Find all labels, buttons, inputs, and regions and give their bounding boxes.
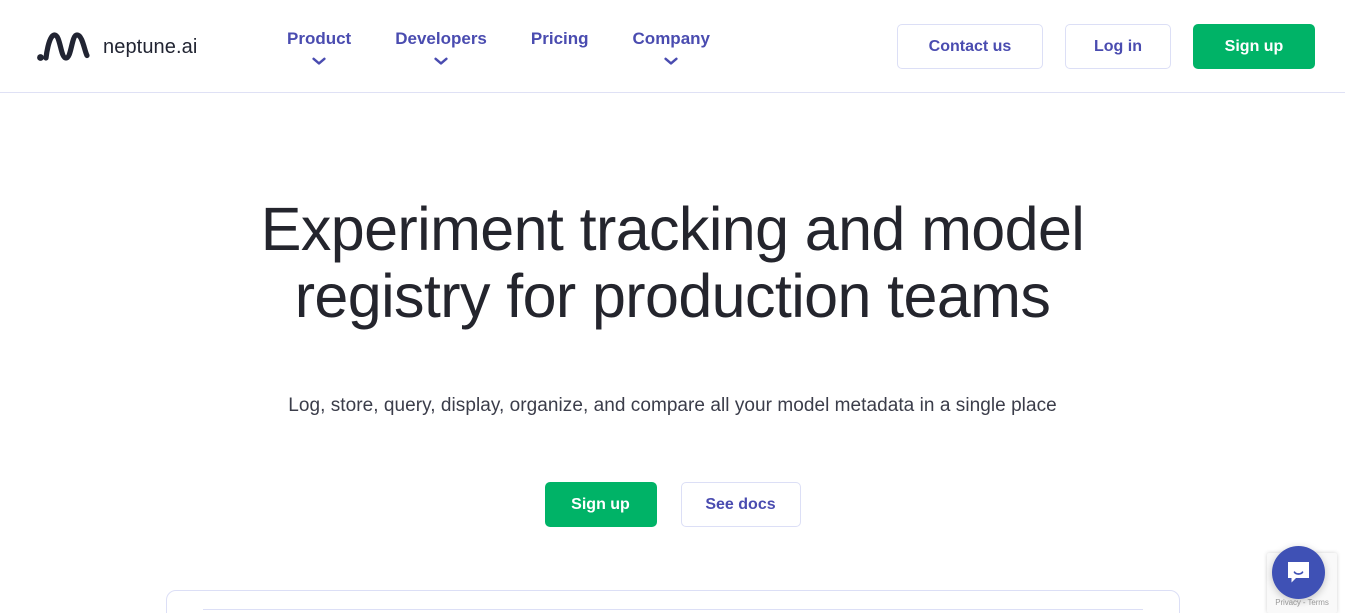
hero-subtitle: Log, store, query, display, organize, an… — [288, 395, 1057, 416]
hero-title-line-1: Experiment tracking and model — [260, 195, 1085, 263]
intercom-chat-launcher-button[interactable] — [1272, 546, 1325, 599]
chevron-down-icon — [434, 57, 448, 65]
nav-item-label: Product — [287, 29, 352, 48]
product-preview-card — [166, 590, 1180, 613]
hero-title-line-2: registry for production teams — [294, 262, 1051, 330]
nav-item-label: Developers — [395, 29, 487, 48]
chat-bubble-smile-icon — [1285, 559, 1312, 586]
nav-item-label: Company — [632, 29, 710, 48]
hero-section: Experiment tracking and model registry f… — [0, 93, 1345, 527]
contact-us-button[interactable]: Contact us — [897, 24, 1043, 69]
recaptcha-privacy-terms-label: Privacy - Terms — [1275, 598, 1329, 607]
log-in-button[interactable]: Log in — [1065, 24, 1171, 69]
page-root: neptune.ai Product Developers Pricing Co… — [0, 0, 1345, 613]
nav-item-company[interactable]: Company — [611, 28, 732, 65]
primary-nav: Product Developers Pricing Company — [265, 0, 732, 93]
sign-up-button-hero[interactable]: Sign up — [544, 482, 657, 527]
brand-name: neptune.ai — [103, 36, 198, 58]
nav-item-product[interactable]: Product — [265, 28, 373, 65]
sign-up-button-header[interactable]: Sign up — [1193, 24, 1315, 69]
nav-item-pricing[interactable]: Pricing — [509, 28, 611, 65]
product-preview-card-divider — [203, 609, 1143, 613]
chevron-down-icon — [664, 57, 678, 65]
see-docs-button[interactable]: See docs — [680, 482, 801, 527]
page-title: Experiment tracking and model registry f… — [233, 196, 1113, 330]
brand-logo-link[interactable]: neptune.ai — [36, 26, 197, 68]
neptune-wave-logo-icon — [36, 29, 92, 65]
chevron-down-icon — [312, 57, 326, 65]
header-actions: Contact us Log in Sign up — [897, 24, 1315, 69]
site-header: neptune.ai Product Developers Pricing Co… — [0, 0, 1345, 93]
nav-item-label: Pricing — [530, 29, 589, 48]
nav-item-developers[interactable]: Developers — [373, 28, 509, 65]
hero-cta-group: Sign up See docs — [0, 482, 1345, 527]
